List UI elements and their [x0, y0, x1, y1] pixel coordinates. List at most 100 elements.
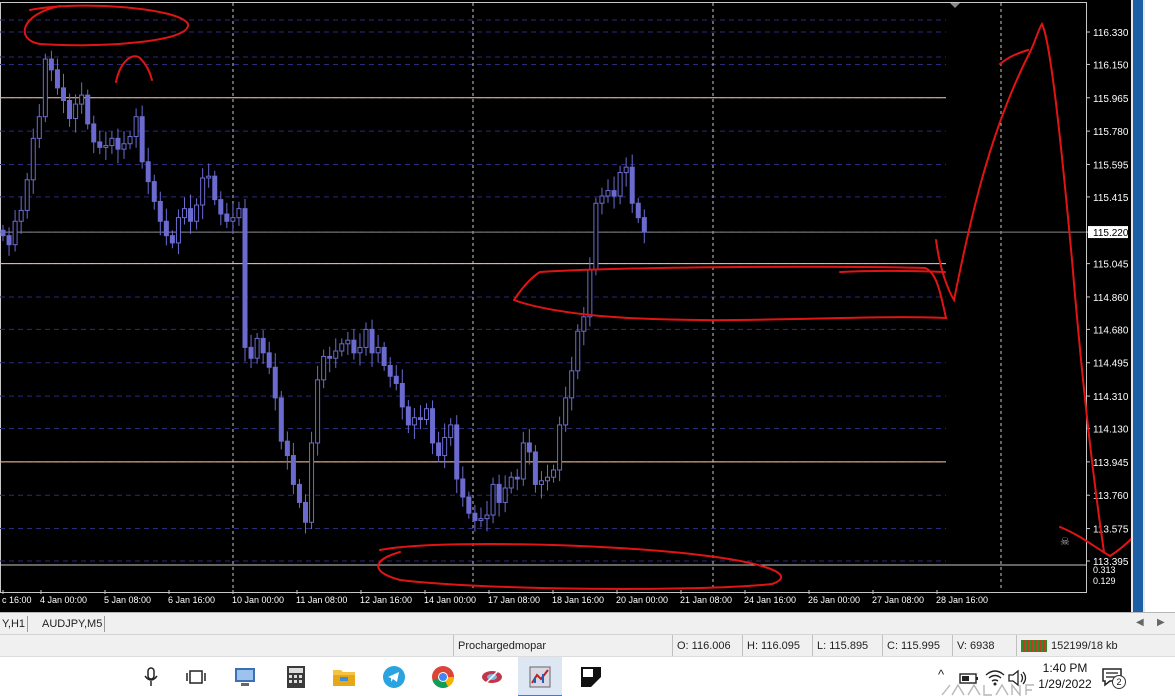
candle-body — [109, 137, 115, 147]
candle-body — [357, 346, 363, 354]
candle-body — [575, 330, 581, 372]
candle-body — [315, 379, 321, 444]
candle-body — [218, 199, 224, 215]
candle-body — [442, 437, 448, 457]
candle-body — [157, 200, 163, 222]
candle-body — [369, 328, 375, 354]
time-axis-label: 6 Jan 16:00 — [168, 595, 215, 605]
clock[interactable]: 1:40 PM 1/29/2022 — [1030, 660, 1100, 692]
candle-body — [0, 229, 6, 237]
chart-tab-1[interactable]: Y,H1 — [0, 616, 29, 632]
vertical-scrollbar[interactable] — [1133, 0, 1143, 612]
time-axis-label: 21 Jan 08:00 — [680, 595, 732, 605]
price-axis-label: 115.045 — [1093, 260, 1129, 271]
candle-body — [617, 172, 623, 197]
candle-body — [454, 424, 460, 480]
chart-tab-audjpy[interactable]: AUDJPY,M5 — [40, 616, 106, 632]
candle-body — [224, 213, 230, 222]
candle-body — [629, 166, 635, 204]
annotation-resistance-box — [513, 265, 948, 322]
tab-scroll-right-icon[interactable]: ▶ — [1157, 617, 1165, 628]
price-axis-label: 116.330 — [1093, 28, 1129, 39]
time-axis-label: 5 Jan 08:00 — [104, 595, 151, 605]
candle-body — [24, 179, 30, 211]
price-chart[interactable]: 116.330 116.150 115.965 115.780 115.595 115.4… — [0, 0, 1131, 612]
telegram-icon[interactable] — [381, 664, 407, 690]
task-view-icon[interactable] — [183, 664, 209, 690]
chart-window[interactable]: 116.330 116.150 115.965 115.780 115.595 115.4… — [0, 0, 1175, 612]
candle-body — [424, 408, 429, 421]
candle-body — [436, 442, 442, 457]
candle-body — [230, 217, 236, 222]
candle-body — [42, 58, 48, 118]
candle-body — [514, 476, 520, 480]
candle-body — [430, 408, 436, 444]
microphone-icon[interactable] — [138, 664, 164, 690]
candle-body — [387, 364, 393, 377]
time-axis-label: 28 Jan 16:00 — [936, 595, 988, 605]
candle-body — [182, 208, 187, 219]
time-axis-label: 14 Jan 00:00 — [424, 595, 476, 605]
candle-body — [581, 316, 587, 332]
time-axis-label: 18 Jan 16:00 — [552, 595, 604, 605]
time-axis-label: 11 Jan 08:00 — [296, 595, 347, 605]
candle-body — [460, 478, 466, 498]
candle-body — [339, 343, 345, 352]
file-explorer-icon[interactable] — [331, 664, 357, 690]
candle-body — [206, 175, 212, 179]
connection-bars-icon — [1021, 640, 1047, 653]
candle-body — [508, 476, 514, 489]
candle-body — [61, 87, 66, 101]
price-axis-label: 114.495 — [1093, 359, 1129, 370]
time-axis-label: 12 Jan 16:00 — [360, 595, 412, 605]
candle-body — [490, 483, 496, 516]
candle-body — [393, 375, 399, 384]
candle-body — [484, 514, 490, 520]
candle-body — [399, 382, 405, 408]
time-axis-label: 26 Jan 00:00 — [808, 595, 860, 605]
candle-body — [623, 166, 629, 174]
chart-shift-marker[interactable] — [950, 3, 960, 8]
candle-body — [266, 352, 272, 368]
annotation-resistance-top — [839, 269, 946, 273]
candle-body — [321, 355, 327, 381]
candle-body — [194, 204, 200, 222]
candle-body — [411, 417, 417, 426]
candle-body — [551, 469, 557, 478]
candle-body — [327, 355, 333, 359]
chart-frame — [0, 2, 1087, 593]
candle-body — [496, 483, 502, 503]
candle-body — [115, 137, 121, 150]
connection-status[interactable]: 152199/18 kb — [1016, 635, 1175, 657]
ohlc-low: L: 115.895 — [812, 635, 882, 657]
candle-body — [169, 235, 175, 244]
candle-body — [605, 190, 611, 197]
candle-body — [18, 209, 24, 222]
candle-body — [133, 116, 139, 138]
chevron-up-icon[interactable]: ^ — [938, 667, 944, 682]
time-axis-label: c 16:00 — [2, 595, 32, 605]
calculator-icon[interactable] — [283, 664, 309, 690]
tab-scroll-left-icon[interactable]: ◀ — [1136, 617, 1144, 628]
candle-body — [381, 346, 387, 366]
candle-body — [345, 339, 351, 345]
candle-body — [472, 512, 478, 521]
metatrader-icon[interactable] — [527, 664, 553, 690]
candle-body — [175, 217, 181, 244]
app-icon[interactable] — [479, 664, 505, 690]
candle-body — [557, 424, 563, 471]
ohlc-close: C: 115.995 — [882, 635, 952, 657]
notification-center[interactable]: 2 — [1100, 665, 1126, 694]
candle-body — [569, 370, 575, 399]
candle-body — [363, 328, 369, 348]
ohlc-open: O: 116.006 — [672, 635, 742, 657]
candle-body — [67, 99, 73, 120]
network-app-icon[interactable] — [232, 664, 258, 690]
clock-date: 1/29/2022 — [1038, 677, 1092, 691]
annotation-circle-peak — [23, 4, 189, 47]
taskbar: ^ 1:40 PM 1/29/2022 2 — [0, 656, 1175, 696]
sticky-notes-icon[interactable] — [578, 664, 604, 690]
candle-body — [538, 480, 544, 485]
candle-body — [599, 195, 605, 204]
chrome-icon[interactable] — [430, 664, 456, 690]
